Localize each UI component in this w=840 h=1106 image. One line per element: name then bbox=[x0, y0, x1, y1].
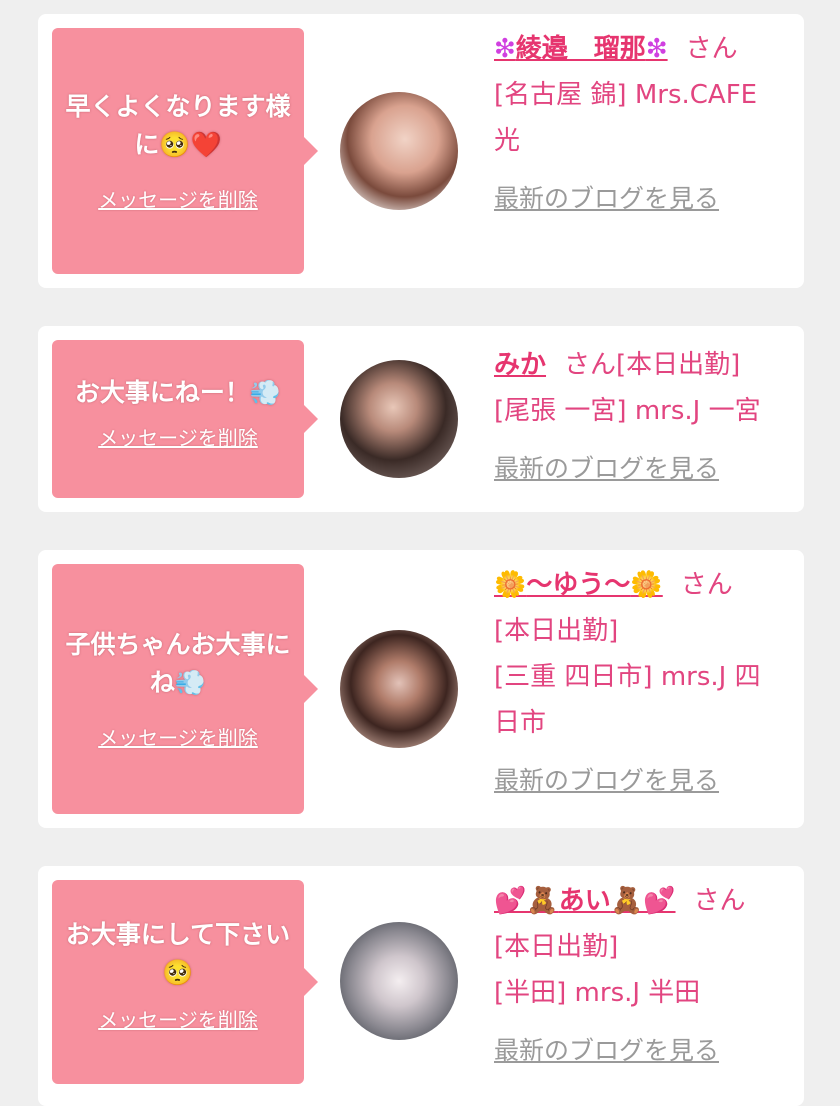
name-line: 🌼〜ゆう〜🌼 さん bbox=[494, 562, 794, 608]
message-text: お大事にして下さい🥺 bbox=[65, 920, 291, 987]
sunflower-icon: 🌼 bbox=[494, 570, 527, 600]
list-item: 早くよくなります様に🥺❤️ メッセージを削除 ❇綾邉 瑠那❇ さん [名古屋 錦]… bbox=[38, 14, 804, 288]
blog-link[interactable]: 最新のブログを見る bbox=[494, 176, 794, 222]
avatar[interactable] bbox=[340, 630, 458, 748]
avatar[interactable] bbox=[340, 92, 458, 210]
blog-link[interactable]: 最新のブログを見る bbox=[494, 446, 794, 492]
list-item: 子供ちゃんお大事にね💨 メッセージを削除 🌼〜ゆう〜🌼 さん [本日出勤] [三重… bbox=[38, 550, 804, 828]
message-bubble: 早くよくなります様に🥺❤️ メッセージを削除 bbox=[52, 28, 318, 274]
girl-name-link[interactable]: 🌼〜ゆう〜🌼 bbox=[494, 570, 663, 600]
message-list: 早くよくなります様に🥺❤️ メッセージを削除 ❇綾邉 瑠那❇ さん [名古屋 錦]… bbox=[0, 0, 840, 1106]
delete-message-link[interactable]: メッセージを削除 bbox=[64, 422, 292, 451]
delete-message-link[interactable]: メッセージを削除 bbox=[64, 1004, 292, 1033]
shop-line: [本日出勤] bbox=[494, 616, 619, 646]
shop-line: 日市 bbox=[494, 708, 547, 738]
delete-message-link[interactable]: メッセージを削除 bbox=[64, 184, 292, 213]
message-text: お大事にねー！💨 bbox=[74, 378, 282, 407]
message-text: 早くよくなります様に🥺❤️ bbox=[65, 92, 291, 159]
heart-bear-icon: 🧸💕 bbox=[610, 886, 676, 916]
shop-line: [本日出勤] bbox=[494, 932, 619, 962]
honorific: さん bbox=[685, 34, 738, 64]
message-bubble: 子供ちゃんお大事にね💨 メッセージを削除 bbox=[52, 564, 318, 814]
honorific: さん bbox=[680, 570, 733, 600]
shop-line: [三重 四日市] mrs.J 四 bbox=[494, 662, 761, 692]
message-text: 子供ちゃんお大事にね💨 bbox=[65, 630, 291, 697]
name-line: ❇綾邉 瑠那❇ さん bbox=[494, 26, 794, 72]
list-item: お大事にねー！💨 メッセージを削除 みか さん[本日出勤] [尾張 一宮] mrs… bbox=[38, 326, 804, 512]
avatar[interactable] bbox=[340, 922, 458, 1040]
girl-name-link[interactable]: みか bbox=[494, 350, 546, 380]
girl-info: 💕🧸あい🧸💕 さん [本日出勤] [半田] mrs.J 半田 最新のブログを見る bbox=[494, 878, 794, 1074]
delete-message-link[interactable]: メッセージを削除 bbox=[64, 722, 292, 751]
name-line: 💕🧸あい🧸💕 さん bbox=[494, 878, 794, 924]
flower-deco-icon: ❇ bbox=[645, 34, 668, 64]
girl-name: 綾邉 瑠那 bbox=[515, 34, 646, 64]
girl-name-link[interactable]: ❇綾邉 瑠那❇ bbox=[494, 34, 668, 64]
avatar[interactable] bbox=[340, 360, 458, 478]
heart-bear-icon: 💕🧸 bbox=[494, 886, 559, 916]
girl-name: あい bbox=[558, 886, 611, 916]
girl-info: ❇綾邉 瑠那❇ さん [名古屋 錦] Mrs.CAFE 光 最新のブログを見る bbox=[494, 26, 794, 222]
message-bubble: お大事にねー！💨 メッセージを削除 bbox=[52, 340, 318, 498]
name-line: みか さん[本日出勤] bbox=[494, 342, 794, 388]
shop-line: [半田] mrs.J 半田 bbox=[494, 978, 701, 1008]
blog-link[interactable]: 最新のブログを見る bbox=[494, 1028, 794, 1074]
flower-deco-icon: ❇ bbox=[494, 34, 516, 64]
message-bubble: お大事にして下さい🥺 メッセージを削除 bbox=[52, 880, 318, 1084]
shop-line: [名古屋 錦] Mrs.CAFE bbox=[494, 80, 758, 110]
blog-link[interactable]: 最新のブログを見る bbox=[494, 758, 794, 804]
girl-name: 〜ゆう〜 bbox=[526, 570, 631, 600]
honorific: さん bbox=[693, 886, 746, 916]
girl-info: みか さん[本日出勤] [尾張 一宮] mrs.J 一宮 最新のブログを見る bbox=[494, 342, 794, 492]
shop-line: 光 bbox=[494, 126, 521, 156]
list-item: お大事にして下さい🥺 メッセージを削除 💕🧸あい🧸💕 さん [本日出勤] [半田]… bbox=[38, 866, 804, 1106]
shop-line: [尾張 一宮] mrs.J 一宮 bbox=[494, 396, 761, 426]
sunflower-icon: 🌼 bbox=[630, 570, 663, 600]
girl-name-link[interactable]: 💕🧸あい🧸💕 bbox=[494, 886, 676, 916]
girl-info: 🌼〜ゆう〜🌼 さん [本日出勤] [三重 四日市] mrs.J 四 日市 最新のブ… bbox=[494, 562, 794, 804]
honorific: さん[本日出勤] bbox=[564, 350, 741, 380]
